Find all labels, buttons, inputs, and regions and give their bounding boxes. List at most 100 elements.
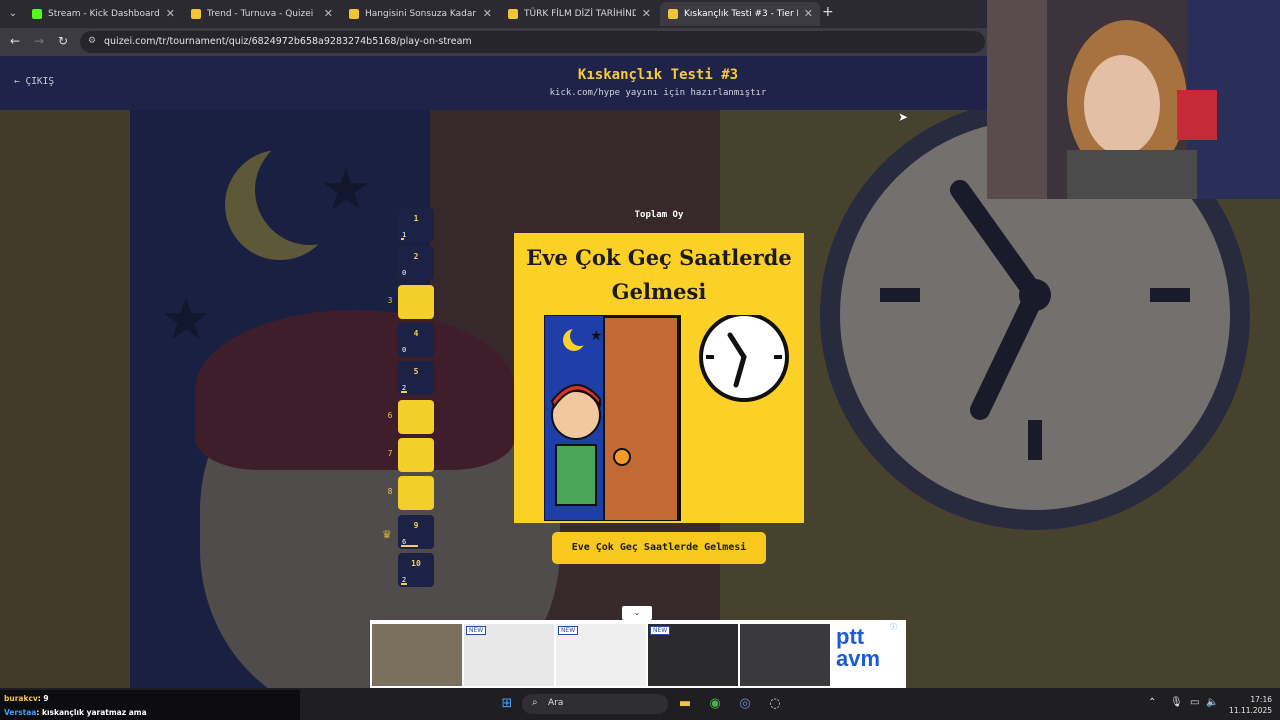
ranking-vote-bar: [401, 545, 418, 547]
address-bar[interactable]: ⚙ quizei.com/tr/tournament/quiz/6824972b…: [80, 31, 985, 53]
ranking-number: 5: [413, 367, 419, 376]
file-explorer-icon[interactable]: ▬: [676, 695, 694, 713]
taskbar-clock[interactable]: 17:16 11.11.2025: [1220, 694, 1272, 716]
ranking-number: 9: [413, 521, 419, 530]
close-tab-icon[interactable]: ✕: [166, 2, 175, 26]
chrome-icon[interactable]: ◉: [706, 695, 724, 713]
back-button[interactable]: ←: [10, 34, 20, 48]
close-tab-icon[interactable]: ✕: [483, 2, 492, 26]
ranking-side-number: 6: [387, 411, 393, 420]
tab-title: TÜRK FİLM DİZİ TARİHİNDEKİ E: [524, 9, 636, 19]
chat-message: Verstaa: kıskançlık yaratmaz ama: [4, 708, 147, 717]
site-info-icon[interactable]: ⚙: [88, 36, 96, 46]
ranking-vote-count: 0: [402, 346, 407, 354]
tab-title: Stream - Kick Dashboard: [48, 9, 160, 19]
vote-choice-button[interactable]: Eve Çok Geç Saatlerde Gelmesi: [552, 532, 766, 564]
chat-text: : 9: [37, 694, 49, 703]
ad-banner[interactable]: NEW NEW NEW ptt avm ⓘ: [370, 620, 906, 688]
windows-start-icon[interactable]: ⊞: [498, 695, 516, 713]
tab-favicon-icon: [508, 9, 518, 19]
ranking-vote-bar: [401, 391, 407, 393]
ad-minipc-image[interactable]: NEW: [648, 624, 738, 686]
webcam-overlay: [987, 0, 1280, 199]
tab-favicon-icon: [32, 9, 42, 19]
close-tab-icon[interactable]: ✕: [642, 2, 651, 26]
new-tab-button[interactable]: +: [822, 4, 834, 20]
forward-button[interactable]: →: [34, 34, 44, 48]
new-badge: NEW: [558, 626, 579, 635]
chat-user: burakcv: [4, 694, 38, 703]
ranking-side-number: 8: [387, 487, 393, 496]
search-label: Ara: [548, 698, 564, 708]
ad-choices-icon[interactable]: ⓘ: [890, 622, 897, 632]
close-tab-icon[interactable]: ✕: [804, 2, 813, 26]
tab-search-dropdown[interactable]: ⌄: [4, 5, 22, 23]
ranking-slot[interactable]: 40: [398, 323, 434, 357]
network-icon[interactable]: ▭: [1190, 697, 1199, 708]
ranking-slot-thumbnail[interactable]: [398, 400, 434, 434]
browser-tab-bar: ⌄ Stream - Kick Dashboard ✕ Trend - Turnuv…: [0, 0, 990, 28]
search-icon: ⌕: [532, 697, 538, 708]
ranking-number: 2: [413, 252, 419, 261]
chat-message: burakcv: 9: [4, 694, 49, 703]
browser-tab[interactable]: Stream - Kick Dashboard ✕: [24, 2, 182, 26]
card-title: Eve Çok Geç Saatlerde Gelmesi: [526, 245, 792, 304]
ranking-slot[interactable]: 10 2: [398, 553, 434, 587]
tab-favicon-icon: [668, 9, 678, 19]
browser-tab[interactable]: Kıskançlık Testi #3 - Tier List, Kı ✕: [660, 2, 820, 26]
ranking-vote-bar: [401, 238, 404, 240]
browser-tab[interactable]: Trend - Turnuva - Quizei ✕: [183, 2, 340, 26]
choice-card[interactable]: Eve Çok Geç Saatlerde Gelmesi ★: [514, 233, 804, 523]
ranking-vote-bar: [401, 583, 407, 585]
crown-icon: ♛: [382, 528, 392, 541]
chat-text: : kıskançlık yaratmaz ama: [36, 708, 147, 717]
tray-chevron-icon[interactable]: ⌃: [1148, 697, 1156, 708]
ranking-slot-thumbnail[interactable]: [398, 476, 434, 510]
streamer-photo: [987, 0, 1280, 199]
url-text: quizei.com/tr/tournament/quiz/6824972b65…: [104, 36, 472, 47]
browser-tab[interactable]: Hangisini Sonsuza Kadar Yasakla ✕: [341, 2, 499, 26]
chevron-down-icon[interactable]: ⌄: [622, 606, 652, 620]
microphone-icon[interactable]: 🎙: [1170, 697, 1183, 708]
ad-brand-logo[interactable]: ptt avm: [836, 626, 902, 670]
ranking-slot[interactable]: 96: [398, 515, 434, 549]
browser-tab[interactable]: TÜRK FİLM DİZİ TARİHİNDEKİ E ✕: [500, 2, 658, 26]
tab-favicon-icon: [349, 9, 359, 19]
mouse-cursor-icon: ➤: [898, 110, 909, 124]
ranking-side-number: 3: [387, 296, 393, 305]
tab-title: Trend - Turnuva - Quizei: [207, 9, 314, 19]
ranking-number: 4: [413, 329, 419, 338]
browser-toolbar: ← → ↻ ⚙ quizei.com/tr/tournament/quiz/68…: [0, 28, 990, 56]
new-badge: NEW: [466, 626, 487, 635]
discord-icon[interactable]: ◎: [736, 695, 754, 713]
late-night-door-illustration: ★: [544, 315, 789, 521]
ranking-slot-thumbnail[interactable]: [398, 285, 434, 319]
close-tab-icon[interactable]: ✕: [324, 2, 333, 26]
ranking-side-number: 7: [387, 449, 393, 458]
ranking-slot[interactable]: 20: [398, 246, 434, 280]
tab-title: Kıskançlık Testi #3 - Tier List, Kı: [684, 9, 798, 19]
ranking-slot[interactable]: 52: [398, 361, 434, 395]
tab-favicon-icon: [191, 9, 201, 19]
ad-flashdrive-image[interactable]: NEW: [556, 624, 646, 686]
ad-usb-image[interactable]: NEW: [464, 624, 554, 686]
reload-button[interactable]: ↻: [58, 34, 68, 48]
chat-overlay: burakcv: 9 Verstaa: kıskançlık yaratmaz …: [0, 690, 300, 720]
volume-icon[interactable]: 🔈: [1206, 697, 1218, 708]
clock-time: 17:16: [1250, 695, 1272, 704]
ranking-vote-count: 0: [402, 269, 407, 277]
app-icon[interactable]: ◌: [766, 695, 784, 713]
new-badge: NEW: [650, 626, 671, 635]
tab-title: Hangisini Sonsuza Kadar Yasakla: [365, 9, 477, 19]
ranking-number: 10: [411, 559, 421, 568]
ranking-slot-thumbnail[interactable]: [398, 438, 434, 472]
windows-taskbar: ⊞ ⌕ Ara ▬ ◉ ◎ ◌ ⌃ 🎙 ▭ 🔈 17:16 11.11.2025: [300, 688, 1280, 720]
taskbar-search[interactable]: ⌕ Ara: [522, 694, 668, 714]
clock-date: 11.11.2025: [1229, 706, 1272, 715]
svg-text:★: ★: [590, 328, 603, 344]
ad-minipc2-image[interactable]: [740, 624, 830, 686]
quiz-header: ← ÇIKIŞ Kıskançlık Testi #3 kick.com/hyp…: [0, 56, 987, 110]
chat-user: Verstaa: [4, 708, 37, 717]
total-votes-label: Toplam Oy: [634, 210, 684, 220]
ad-laptop-image[interactable]: [372, 624, 462, 686]
